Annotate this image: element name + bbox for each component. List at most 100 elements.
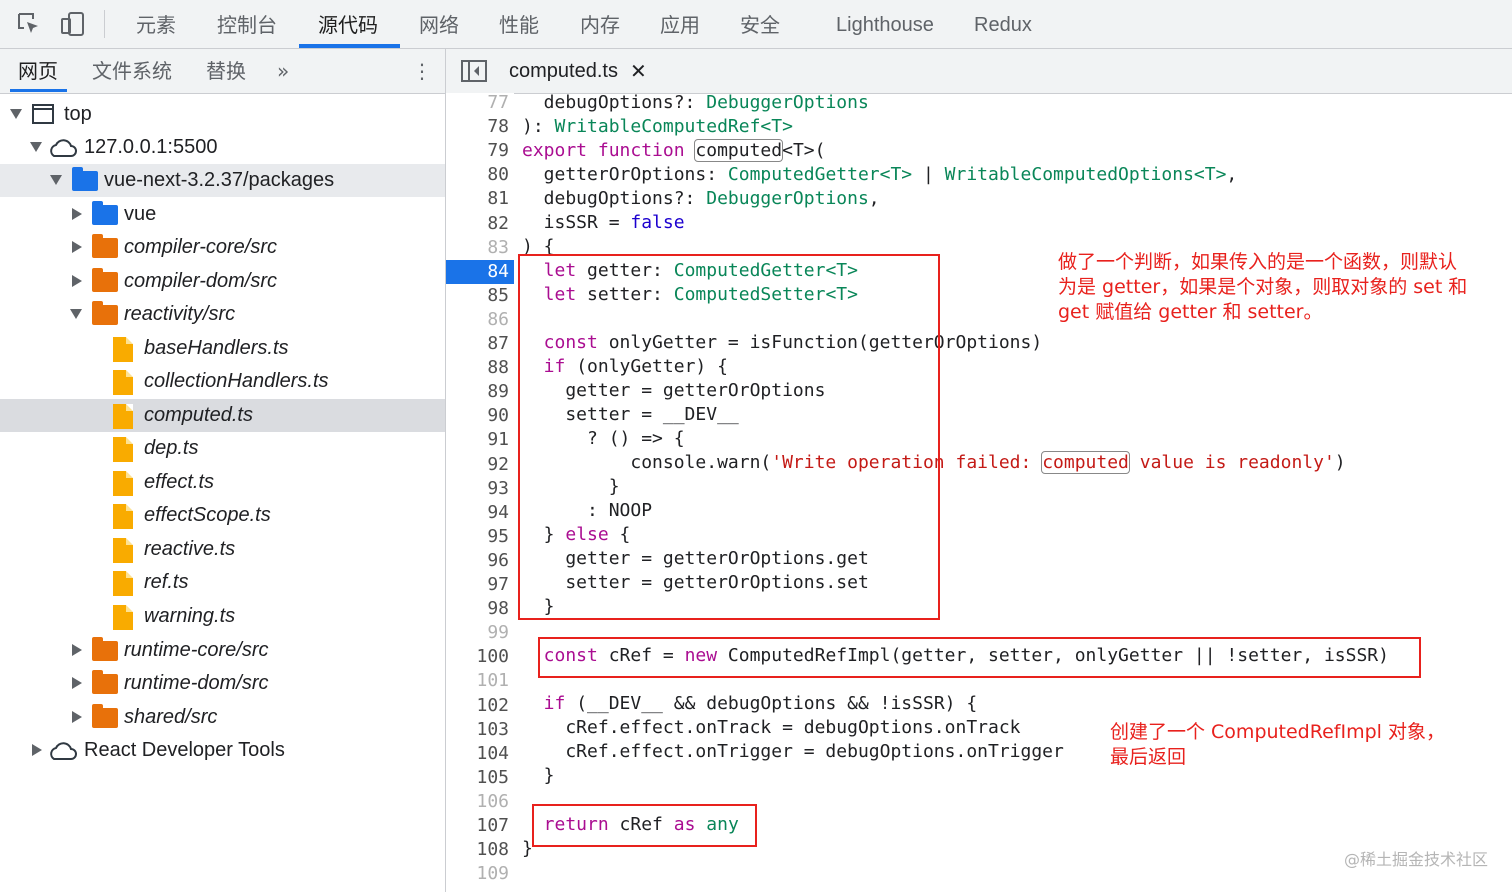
more-tabs-button[interactable]: » bbox=[277, 49, 289, 93]
line-number[interactable]: 103 bbox=[446, 718, 509, 742]
tab-redux[interactable]: Redux bbox=[974, 0, 1032, 48]
annotation-box-cref bbox=[538, 637, 1421, 678]
tree-item-file[interactable]: ref.ts bbox=[0, 566, 445, 599]
tab-application[interactable]: 应用 bbox=[660, 0, 700, 48]
tree-item-extension[interactable]: React Developer Tools bbox=[0, 734, 445, 767]
tree-item-file-selected[interactable]: computed.ts bbox=[0, 399, 445, 432]
line-number[interactable]: 99 bbox=[446, 621, 509, 645]
toggle-navigator-icon[interactable] bbox=[461, 60, 487, 82]
collapse-arrow-icon[interactable] bbox=[72, 241, 82, 253]
tab-performance[interactable]: 性能 bbox=[499, 0, 539, 48]
tree-item-file[interactable]: effectScope.ts bbox=[0, 499, 445, 532]
tree-item-folder[interactable]: vue-next-3.2.37/packages bbox=[0, 164, 445, 197]
line-number[interactable]: 89 bbox=[446, 380, 509, 404]
tree-item-folder[interactable]: shared/src bbox=[0, 701, 445, 734]
collapse-arrow-icon[interactable] bbox=[72, 644, 82, 656]
collapse-arrow-icon[interactable] bbox=[32, 744, 42, 756]
folder-icon bbox=[92, 670, 118, 694]
annotation-note-getter-setter: 做了一个判断，如果传入的是一个函数，则默认 为是 getter，如果是个对象，则… bbox=[1058, 251, 1468, 323]
tree-item-folder[interactable]: compiler-dom/src bbox=[0, 265, 445, 298]
line-number[interactable]: 82 bbox=[446, 212, 509, 236]
tab-security[interactable]: 安全 bbox=[740, 0, 780, 48]
navigator-menu-button[interactable]: ⋮ bbox=[412, 49, 432, 93]
tree-item-file[interactable]: warning.ts bbox=[0, 600, 445, 633]
tab-sources[interactable]: 源代码 bbox=[318, 0, 378, 48]
line-number[interactable]: 98 bbox=[446, 597, 509, 621]
tab-overrides[interactable]: 替换 bbox=[206, 49, 246, 93]
tab-memory[interactable]: 内存 bbox=[580, 0, 620, 48]
line-number[interactable]: 86 bbox=[446, 308, 509, 332]
device-toolbar-icon[interactable] bbox=[60, 11, 86, 37]
line-number[interactable]: 79 bbox=[446, 139, 509, 163]
editor-tab-computed[interactable]: computed.ts bbox=[509, 49, 618, 93]
file-icon bbox=[113, 370, 133, 395]
close-tab-icon[interactable]: ✕ bbox=[630, 49, 647, 93]
line-number[interactable]: 93 bbox=[446, 477, 509, 501]
line-number[interactable]: 92 bbox=[446, 453, 509, 477]
expand-arrow-icon[interactable] bbox=[10, 109, 22, 119]
inspect-element-icon[interactable] bbox=[16, 11, 42, 37]
code-line: getterOrOptions: ComputedGetter<T> | Wri… bbox=[522, 164, 1238, 185]
tab-console[interactable]: 控制台 bbox=[217, 0, 277, 48]
line-number[interactable]: 102 bbox=[446, 694, 509, 718]
file-icon bbox=[113, 404, 133, 429]
tree-item-file[interactable]: collectionHandlers.ts bbox=[0, 365, 445, 398]
folder-icon bbox=[92, 234, 118, 258]
tab-lighthouse[interactable]: Lighthouse bbox=[836, 0, 934, 48]
line-number[interactable]: 90 bbox=[446, 404, 509, 428]
line-number[interactable]: 109 bbox=[446, 862, 509, 886]
folder-icon bbox=[92, 637, 118, 661]
tree-item-file[interactable]: dep.ts bbox=[0, 432, 445, 465]
collapse-arrow-icon[interactable] bbox=[72, 677, 82, 689]
tree-item-folder[interactable]: compiler-core/src bbox=[0, 231, 445, 264]
tree-item-folder[interactable]: vue bbox=[0, 198, 445, 231]
line-number[interactable]: 78 bbox=[446, 115, 509, 139]
line-number[interactable]: 95 bbox=[446, 525, 509, 549]
line-number[interactable]: 104 bbox=[446, 742, 509, 766]
file-icon bbox=[113, 437, 133, 462]
tree-item-label: runtime-dom/src bbox=[124, 672, 269, 694]
line-number[interactable]: 77 bbox=[446, 91, 509, 115]
search-match: computed bbox=[694, 139, 784, 162]
line-number[interactable]: 80 bbox=[446, 163, 509, 187]
line-number[interactable]: 106 bbox=[446, 790, 509, 814]
tree-item-folder[interactable]: reactivity/src bbox=[0, 298, 445, 331]
line-number[interactable]: 97 bbox=[446, 573, 509, 597]
tree-item-folder[interactable]: runtime-dom/src bbox=[0, 667, 445, 700]
breakpoint-line-number[interactable]: 84 bbox=[446, 259, 514, 284]
line-number[interactable]: 96 bbox=[446, 549, 509, 573]
tree-item-folder[interactable]: runtime-core/src bbox=[0, 634, 445, 667]
line-number[interactable]: 87 bbox=[446, 332, 509, 356]
line-number[interactable]: 81 bbox=[446, 187, 509, 211]
file-icon bbox=[113, 337, 133, 362]
tab-network[interactable]: 网络 bbox=[419, 0, 459, 48]
line-number[interactable]: 100 bbox=[446, 645, 509, 669]
annotation-note-cref: 创建了一个 ComputedRefImpl 对象， 最后返回 bbox=[1110, 721, 1445, 768]
line-number[interactable]: 105 bbox=[446, 766, 509, 790]
expand-arrow-icon[interactable] bbox=[70, 309, 82, 319]
expand-arrow-icon[interactable] bbox=[50, 175, 62, 185]
line-number[interactable]: 101 bbox=[446, 669, 509, 693]
tab-page[interactable]: 网页 bbox=[18, 49, 58, 93]
cloud-icon bbox=[50, 139, 77, 157]
tree-item-label: React Developer Tools bbox=[84, 739, 285, 761]
expand-arrow-icon[interactable] bbox=[30, 142, 42, 152]
line-number[interactable]: 83 bbox=[446, 236, 509, 260]
code-line: isSSR = false bbox=[522, 212, 685, 233]
tree-item-file[interactable]: reactive.ts bbox=[0, 533, 445, 566]
line-number[interactable]: 88 bbox=[446, 356, 509, 380]
line-number[interactable]: 91 bbox=[446, 428, 509, 452]
line-number[interactable]: 107 bbox=[446, 814, 509, 838]
collapse-arrow-icon[interactable] bbox=[72, 711, 82, 723]
tree-item-file[interactable]: baseHandlers.ts bbox=[0, 332, 445, 365]
tab-elements[interactable]: 元素 bbox=[136, 0, 176, 48]
collapse-arrow-icon[interactable] bbox=[72, 275, 82, 287]
collapse-arrow-icon[interactable] bbox=[72, 208, 82, 220]
line-number[interactable]: 94 bbox=[446, 501, 509, 525]
line-number[interactable]: 108 bbox=[446, 838, 509, 862]
line-number[interactable]: 85 bbox=[446, 284, 509, 308]
tree-item-file[interactable]: effect.ts bbox=[0, 466, 445, 499]
tree-item-origin[interactable]: 127.0.0.1:5500 bbox=[0, 131, 445, 164]
tab-filesystem[interactable]: 文件系统 bbox=[92, 49, 172, 93]
tree-item-top[interactable]: top bbox=[0, 98, 445, 131]
